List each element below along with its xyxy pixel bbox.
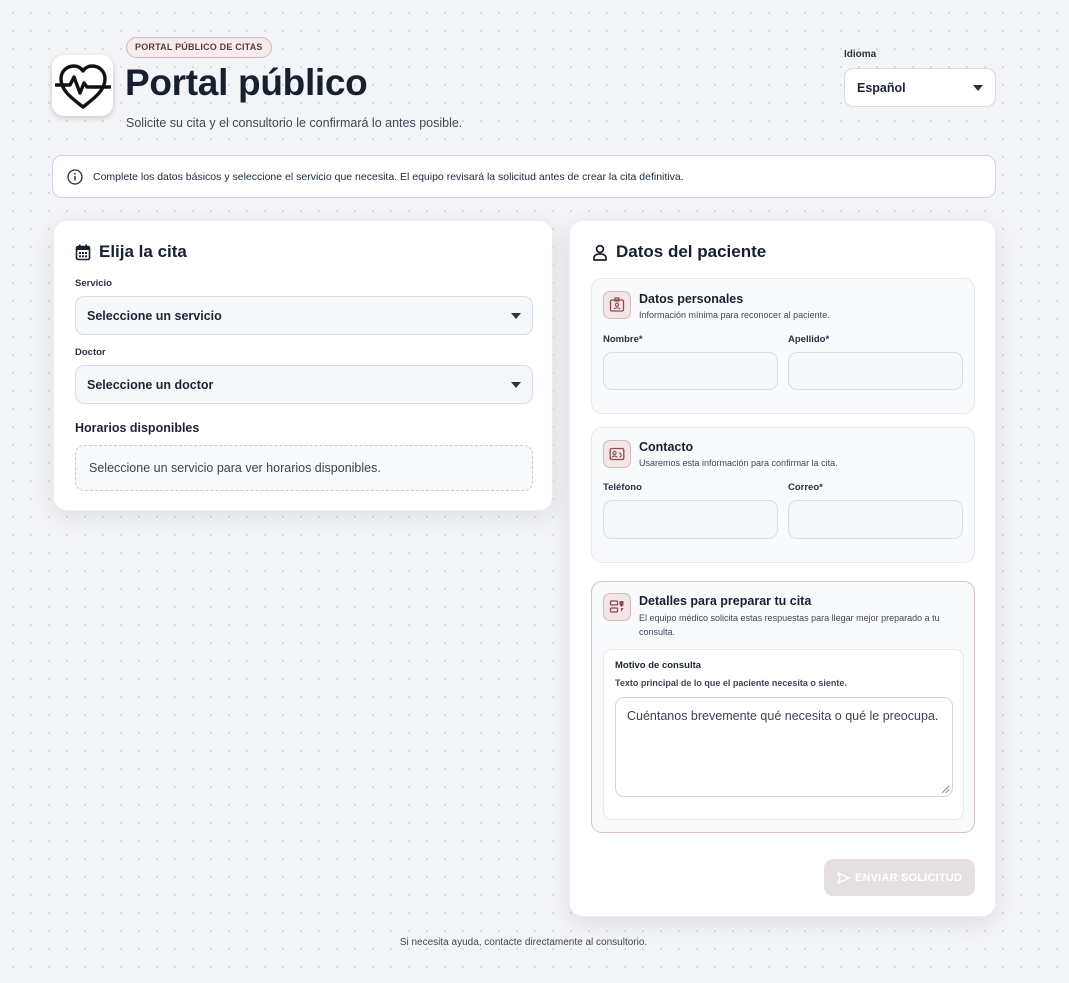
appointment-title-text: Elija la cita: [99, 242, 187, 261]
first-name-label: Nombre*: [603, 334, 643, 345]
footer-text: Si necesita ayuda, contacte directamente…: [399, 937, 648, 948]
submit-label: ENVIAR SOLICITUD: [854, 871, 963, 884]
portal-badge: PORTAL PÚBLICO DE CITAS: [126, 37, 272, 58]
email-label: Correo*: [788, 482, 823, 493]
contact-section: Contacto Usaremos esta información para …: [591, 427, 975, 563]
reason-placeholder: Cuéntanos brevemente qué necesita o qué …: [627, 709, 939, 723]
info-circle-icon: [67, 168, 83, 185]
patient-title-text: Datos del paciente: [616, 242, 767, 261]
footer-help-text: Si necesita ayuda, contacte directamente…: [0, 937, 1069, 948]
app-logo: [52, 55, 113, 116]
contact-card-icon: [603, 440, 631, 468]
slots-title: Horarios disponibles: [75, 421, 200, 435]
personal-section-title: Datos personales: [639, 292, 744, 306]
service-select-value: Seleccione un servicio: [87, 308, 222, 323]
doctor-select-value: Seleccione un doctor: [87, 377, 214, 392]
chevron-down-icon: [511, 312, 521, 319]
contact-section-title: Contacto: [639, 440, 694, 454]
service-label: Servicio: [75, 278, 112, 289]
person-icon: [593, 244, 607, 261]
doctor-label: Doctor: [75, 347, 106, 358]
page-title: Portal público: [125, 62, 368, 103]
personal-section-desc: Información mínima para reconocer al pac…: [639, 310, 830, 320]
page-subtitle: Solicite su cita y el consultorio le con…: [126, 116, 463, 130]
patient-card: Datos del paciente Datos personales Info…: [569, 220, 996, 917]
reason-label: Motivo de consulta: [615, 660, 702, 671]
reason-field-group: Motivo de consulta Texto principal de lo…: [603, 649, 964, 820]
first-name-input[interactable]: [603, 352, 778, 390]
reason-textarea[interactable]: Cuéntanos brevemente qué necesita o qué …: [615, 697, 953, 797]
details-section: Detalles para preparar tu cita El equipo…: [591, 581, 975, 833]
reason-hint: Texto principal de lo que el paciente ne…: [615, 678, 847, 688]
chevron-down-icon: [973, 84, 983, 91]
contact-section-desc: Usaremos esta información para confirmar…: [639, 458, 838, 468]
appointment-card: Elija la cita Servicio Seleccione un ser…: [53, 220, 553, 511]
doctor-select[interactable]: Seleccione un doctor: [75, 365, 533, 404]
info-banner: Complete los datos básicos y seleccione …: [52, 155, 996, 198]
send-icon: [837, 871, 850, 884]
details-section-title: Detalles para preparar tu cita: [639, 594, 812, 608]
details-section-desc: El equipo médico solicita estas respuest…: [639, 613, 940, 637]
language-value: Español: [857, 80, 906, 95]
slots-empty-state: Seleccione un servicio para ver horarios…: [75, 445, 533, 491]
resize-handle-icon[interactable]: [941, 785, 950, 794]
personal-data-section: Datos personales Información mínima para…: [591, 278, 975, 414]
chevron-down-icon: [511, 381, 521, 388]
language-label: Idioma: [844, 49, 877, 60]
last-name-label: Apellido*: [788, 334, 830, 345]
submit-request-button[interactable]: ENVIAR SOLICITUD: [824, 859, 975, 896]
last-name-input[interactable]: [788, 352, 963, 390]
appointment-card-title: Elija la cita: [75, 242, 187, 262]
info-banner-text: Complete los datos básicos y seleccione …: [93, 170, 684, 183]
slots-empty-text: Seleccione un servicio para ver horarios…: [89, 461, 381, 475]
phone-label: Teléfono: [603, 482, 642, 493]
heartbeat-heart-icon: [54, 63, 111, 109]
email-input[interactable]: [788, 500, 963, 539]
details-form-icon: [603, 593, 631, 621]
patient-card-title: Datos del paciente: [592, 242, 766, 262]
id-badge-icon: [603, 291, 631, 319]
service-select[interactable]: Seleccione un servicio: [75, 296, 533, 335]
calendar-icon: [75, 244, 91, 260]
language-select[interactable]: Español: [844, 68, 996, 107]
phone-input[interactable]: [603, 500, 778, 539]
